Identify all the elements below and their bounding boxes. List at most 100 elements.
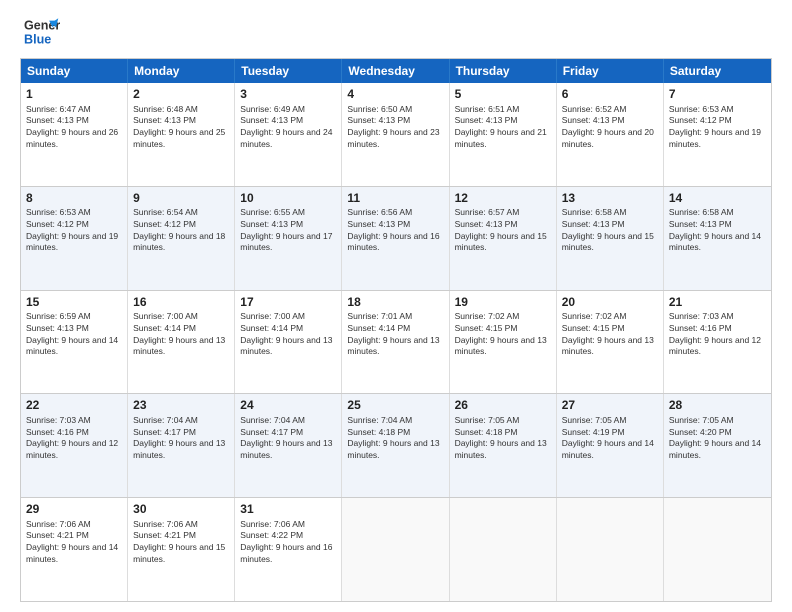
cell-info: Sunrise: 7:06 AMSunset: 4:22 PMDaylight:…: [240, 519, 332, 564]
day-cell-12: 12 Sunrise: 6:57 AMSunset: 4:13 PMDaylig…: [450, 187, 557, 290]
calendar-header: SundayMondayTuesdayWednesdayThursdayFrid…: [21, 59, 771, 83]
day-cell-28: 28 Sunrise: 7:05 AMSunset: 4:20 PMDaylig…: [664, 394, 771, 497]
cell-info: Sunrise: 7:05 AMSunset: 4:19 PMDaylight:…: [562, 415, 654, 460]
cell-info: Sunrise: 7:03 AMSunset: 4:16 PMDaylight:…: [26, 415, 118, 460]
day-cell-17: 17 Sunrise: 7:00 AMSunset: 4:14 PMDaylig…: [235, 291, 342, 394]
day-cell-30: 30 Sunrise: 7:06 AMSunset: 4:21 PMDaylig…: [128, 498, 235, 601]
day-number: 9: [133, 191, 229, 207]
cell-info: Sunrise: 7:04 AMSunset: 4:17 PMDaylight:…: [240, 415, 332, 460]
day-cell-31: 31 Sunrise: 7:06 AMSunset: 4:22 PMDaylig…: [235, 498, 342, 601]
day-number: 5: [455, 87, 551, 103]
day-number: 27: [562, 398, 658, 414]
cell-info: Sunrise: 6:57 AMSunset: 4:13 PMDaylight:…: [455, 207, 547, 252]
day-cell-25: 25 Sunrise: 7:04 AMSunset: 4:18 PMDaylig…: [342, 394, 449, 497]
cell-info: Sunrise: 7:03 AMSunset: 4:16 PMDaylight:…: [669, 311, 761, 356]
day-cell-16: 16 Sunrise: 7:00 AMSunset: 4:14 PMDaylig…: [128, 291, 235, 394]
day-number: 29: [26, 502, 122, 518]
cell-info: Sunrise: 6:51 AMSunset: 4:13 PMDaylight:…: [455, 104, 547, 149]
day-cell-1: 1 Sunrise: 6:47 AMSunset: 4:13 PMDayligh…: [21, 83, 128, 186]
day-number: 3: [240, 87, 336, 103]
day-cell-2: 2 Sunrise: 6:48 AMSunset: 4:13 PMDayligh…: [128, 83, 235, 186]
calendar-row-2: 8 Sunrise: 6:53 AMSunset: 4:12 PMDayligh…: [21, 187, 771, 291]
day-number: 18: [347, 295, 443, 311]
day-number: 22: [26, 398, 122, 414]
cell-info: Sunrise: 7:06 AMSunset: 4:21 PMDaylight:…: [133, 519, 225, 564]
cell-info: Sunrise: 7:06 AMSunset: 4:21 PMDaylight:…: [26, 519, 118, 564]
empty-cell: [450, 498, 557, 601]
header-day-thursday: Thursday: [450, 59, 557, 83]
day-cell-19: 19 Sunrise: 7:02 AMSunset: 4:15 PMDaylig…: [450, 291, 557, 394]
cell-info: Sunrise: 6:56 AMSunset: 4:13 PMDaylight:…: [347, 207, 439, 252]
empty-cell: [664, 498, 771, 601]
cell-info: Sunrise: 7:00 AMSunset: 4:14 PMDaylight:…: [133, 311, 225, 356]
day-cell-26: 26 Sunrise: 7:05 AMSunset: 4:18 PMDaylig…: [450, 394, 557, 497]
cell-info: Sunrise: 6:58 AMSunset: 4:13 PMDaylight:…: [669, 207, 761, 252]
calendar-row-1: 1 Sunrise: 6:47 AMSunset: 4:13 PMDayligh…: [21, 83, 771, 187]
day-number: 1: [26, 87, 122, 103]
cell-info: Sunrise: 7:02 AMSunset: 4:15 PMDaylight:…: [455, 311, 547, 356]
day-cell-14: 14 Sunrise: 6:58 AMSunset: 4:13 PMDaylig…: [664, 187, 771, 290]
day-cell-29: 29 Sunrise: 7:06 AMSunset: 4:21 PMDaylig…: [21, 498, 128, 601]
day-number: 19: [455, 295, 551, 311]
cell-info: Sunrise: 6:53 AMSunset: 4:12 PMDaylight:…: [669, 104, 761, 149]
day-cell-9: 9 Sunrise: 6:54 AMSunset: 4:12 PMDayligh…: [128, 187, 235, 290]
cell-info: Sunrise: 7:05 AMSunset: 4:20 PMDaylight:…: [669, 415, 761, 460]
day-cell-11: 11 Sunrise: 6:56 AMSunset: 4:13 PMDaylig…: [342, 187, 449, 290]
day-number: 26: [455, 398, 551, 414]
cell-info: Sunrise: 7:04 AMSunset: 4:17 PMDaylight:…: [133, 415, 225, 460]
cell-info: Sunrise: 6:53 AMSunset: 4:12 PMDaylight:…: [26, 207, 118, 252]
day-cell-21: 21 Sunrise: 7:03 AMSunset: 4:16 PMDaylig…: [664, 291, 771, 394]
day-number: 20: [562, 295, 658, 311]
page: General Blue SundayMondayTuesdayWednesda…: [0, 0, 792, 612]
calendar: SundayMondayTuesdayWednesdayThursdayFrid…: [20, 58, 772, 602]
header: General Blue: [20, 16, 772, 48]
day-number: 15: [26, 295, 122, 311]
day-cell-6: 6 Sunrise: 6:52 AMSunset: 4:13 PMDayligh…: [557, 83, 664, 186]
day-number: 28: [669, 398, 766, 414]
day-cell-7: 7 Sunrise: 6:53 AMSunset: 4:12 PMDayligh…: [664, 83, 771, 186]
day-cell-4: 4 Sunrise: 6:50 AMSunset: 4:13 PMDayligh…: [342, 83, 449, 186]
cell-info: Sunrise: 6:47 AMSunset: 4:13 PMDaylight:…: [26, 104, 118, 149]
day-cell-3: 3 Sunrise: 6:49 AMSunset: 4:13 PMDayligh…: [235, 83, 342, 186]
day-cell-23: 23 Sunrise: 7:04 AMSunset: 4:17 PMDaylig…: [128, 394, 235, 497]
cell-info: Sunrise: 7:04 AMSunset: 4:18 PMDaylight:…: [347, 415, 439, 460]
day-number: 23: [133, 398, 229, 414]
cell-info: Sunrise: 7:02 AMSunset: 4:15 PMDaylight:…: [562, 311, 654, 356]
day-number: 24: [240, 398, 336, 414]
header-day-tuesday: Tuesday: [235, 59, 342, 83]
cell-info: Sunrise: 7:00 AMSunset: 4:14 PMDaylight:…: [240, 311, 332, 356]
day-number: 11: [347, 191, 443, 207]
day-cell-18: 18 Sunrise: 7:01 AMSunset: 4:14 PMDaylig…: [342, 291, 449, 394]
calendar-body: 1 Sunrise: 6:47 AMSunset: 4:13 PMDayligh…: [21, 83, 771, 601]
cell-info: Sunrise: 6:49 AMSunset: 4:13 PMDaylight:…: [240, 104, 332, 149]
cell-info: Sunrise: 6:58 AMSunset: 4:13 PMDaylight:…: [562, 207, 654, 252]
day-cell-10: 10 Sunrise: 6:55 AMSunset: 4:13 PMDaylig…: [235, 187, 342, 290]
cell-info: Sunrise: 6:59 AMSunset: 4:13 PMDaylight:…: [26, 311, 118, 356]
day-cell-27: 27 Sunrise: 7:05 AMSunset: 4:19 PMDaylig…: [557, 394, 664, 497]
empty-cell: [557, 498, 664, 601]
day-number: 21: [669, 295, 766, 311]
day-number: 4: [347, 87, 443, 103]
cell-info: Sunrise: 7:05 AMSunset: 4:18 PMDaylight:…: [455, 415, 547, 460]
day-number: 30: [133, 502, 229, 518]
day-cell-20: 20 Sunrise: 7:02 AMSunset: 4:15 PMDaylig…: [557, 291, 664, 394]
day-number: 14: [669, 191, 766, 207]
header-day-friday: Friday: [557, 59, 664, 83]
logo: General Blue: [20, 16, 64, 48]
day-cell-13: 13 Sunrise: 6:58 AMSunset: 4:13 PMDaylig…: [557, 187, 664, 290]
cell-info: Sunrise: 6:52 AMSunset: 4:13 PMDaylight:…: [562, 104, 654, 149]
day-number: 12: [455, 191, 551, 207]
header-day-wednesday: Wednesday: [342, 59, 449, 83]
cell-info: Sunrise: 6:48 AMSunset: 4:13 PMDaylight:…: [133, 104, 225, 149]
day-cell-24: 24 Sunrise: 7:04 AMSunset: 4:17 PMDaylig…: [235, 394, 342, 497]
cell-info: Sunrise: 6:54 AMSunset: 4:12 PMDaylight:…: [133, 207, 225, 252]
day-cell-5: 5 Sunrise: 6:51 AMSunset: 4:13 PMDayligh…: [450, 83, 557, 186]
cell-info: Sunrise: 7:01 AMSunset: 4:14 PMDaylight:…: [347, 311, 439, 356]
empty-cell: [342, 498, 449, 601]
day-number: 8: [26, 191, 122, 207]
calendar-row-3: 15 Sunrise: 6:59 AMSunset: 4:13 PMDaylig…: [21, 291, 771, 395]
day-cell-22: 22 Sunrise: 7:03 AMSunset: 4:16 PMDaylig…: [21, 394, 128, 497]
day-number: 7: [669, 87, 766, 103]
day-cell-8: 8 Sunrise: 6:53 AMSunset: 4:12 PMDayligh…: [21, 187, 128, 290]
day-number: 10: [240, 191, 336, 207]
